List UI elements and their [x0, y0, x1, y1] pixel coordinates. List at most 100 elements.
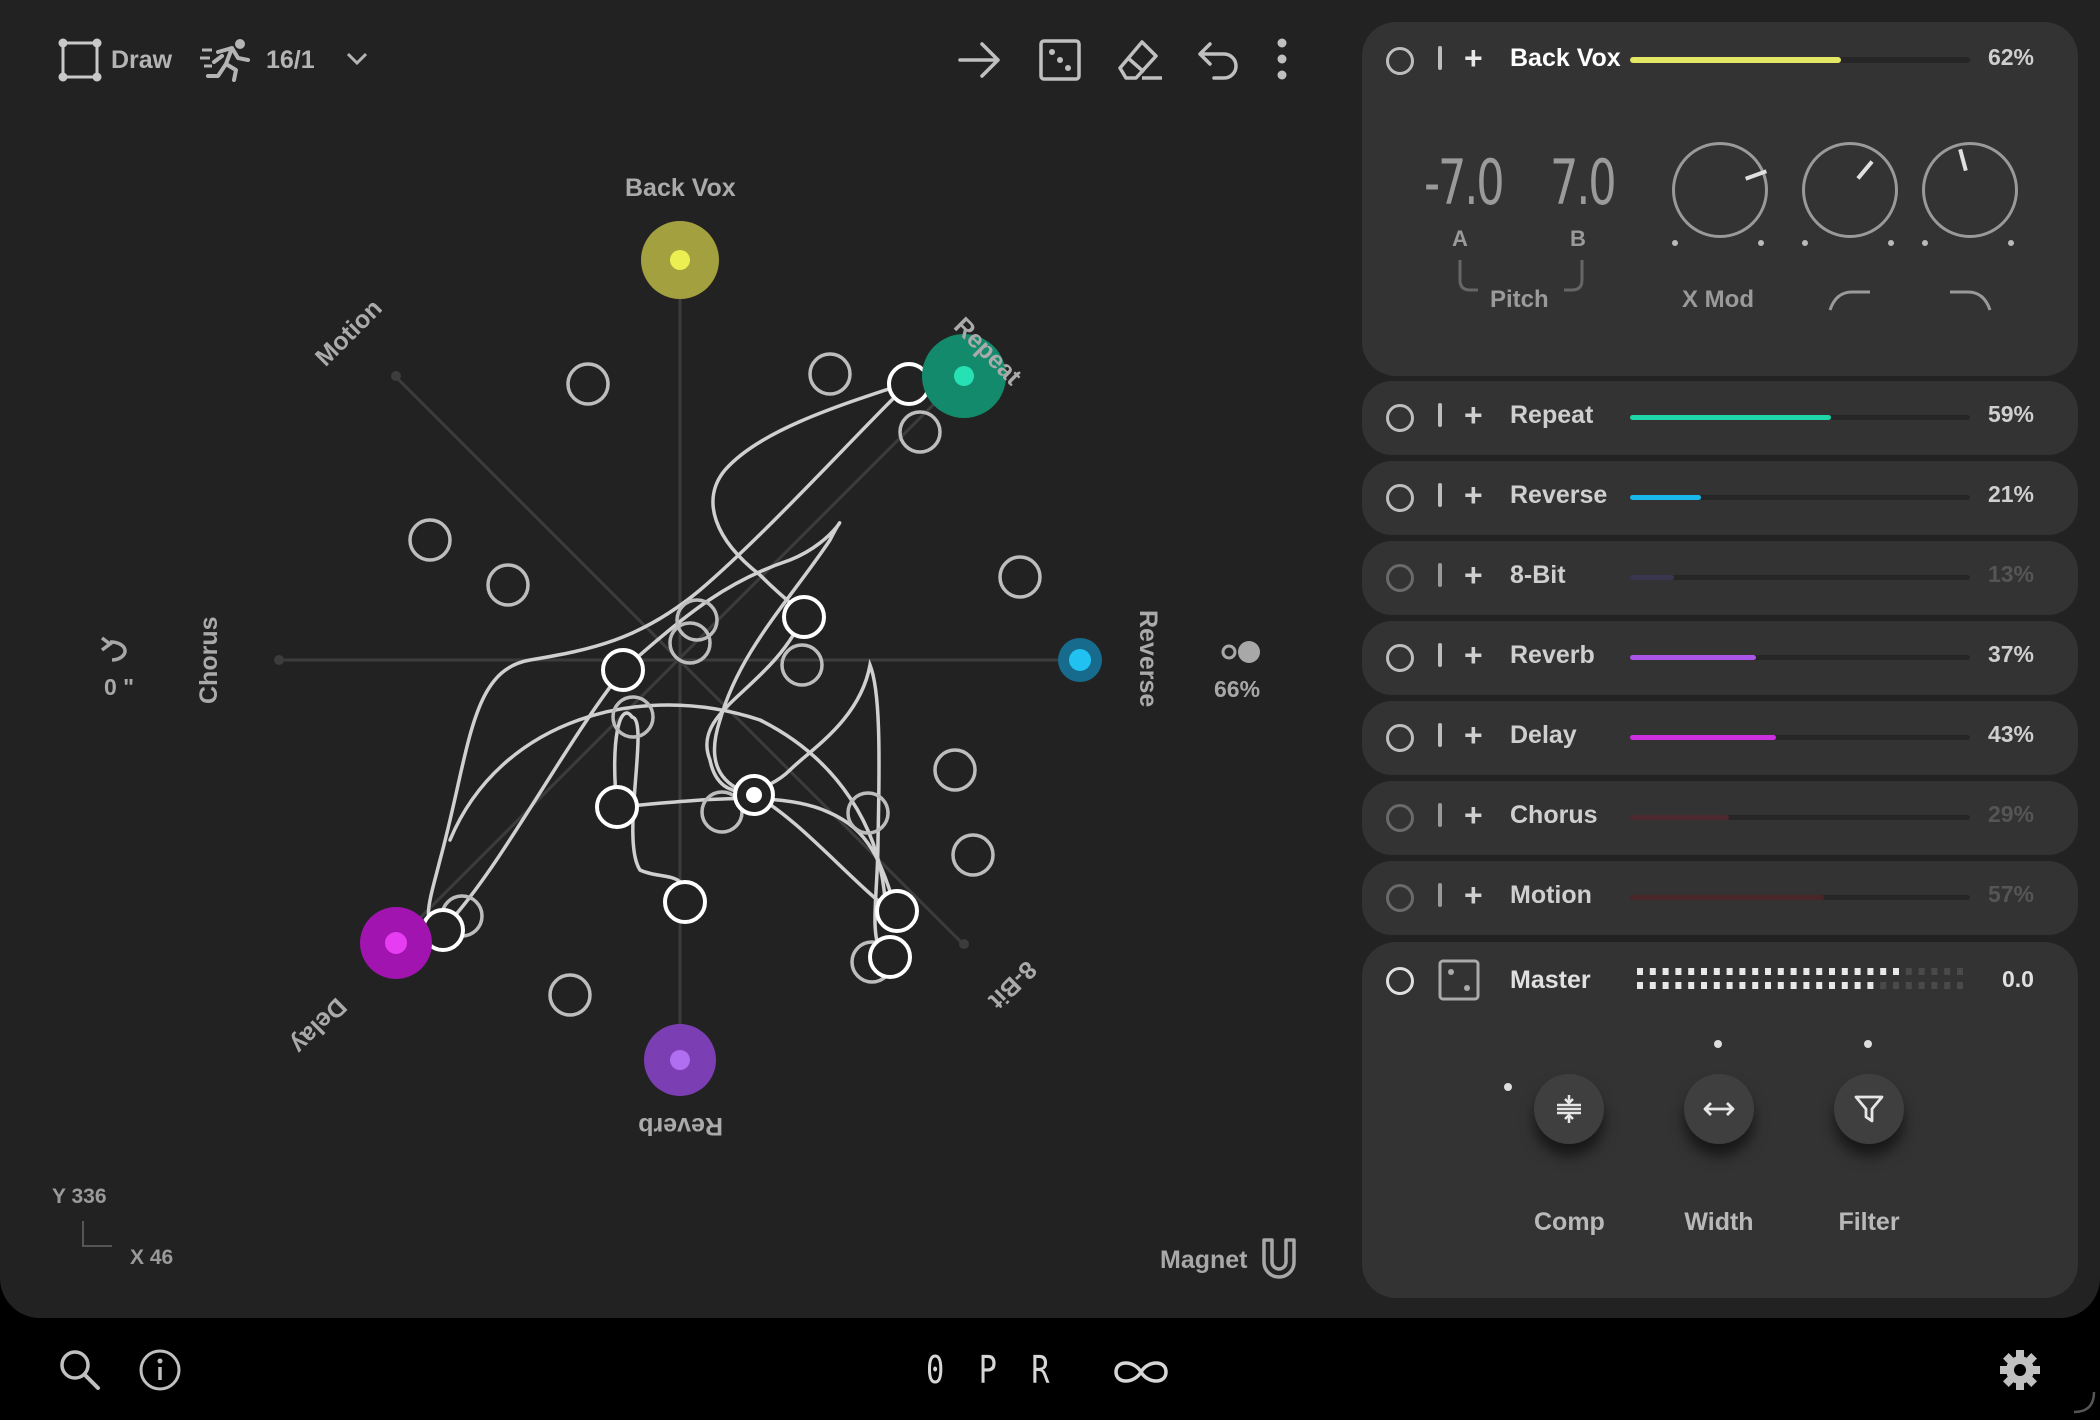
width-indicator-dot [1714, 1040, 1722, 1048]
effect-point-back-vox [641, 221, 719, 299]
knob-3[interactable] [1922, 142, 2018, 238]
effect-level-fill [1630, 495, 1702, 500]
pitch-b-value[interactable]: 7.0 [1550, 146, 1617, 219]
master-value[interactable]: 0.0 [2002, 966, 2034, 993]
pad-label-back-vox: Back Vox [625, 174, 736, 202]
comp-label: Comp [1534, 1208, 1605, 1236]
expand-plus-icon[interactable]: + [1464, 795, 1483, 835]
effect-name: Back Vox [1510, 44, 1621, 72]
expand-plus-icon[interactable]: + [1464, 555, 1483, 595]
master-dice-icon[interactable] [1438, 959, 1480, 1001]
solo-toggle[interactable] [1386, 804, 1414, 832]
expand-plus-icon[interactable]: + [1464, 875, 1483, 915]
effect-percent: 29% [1987, 801, 2034, 827]
pitch-a-label: A [1452, 226, 1468, 251]
effect-level-slider[interactable] [1630, 655, 1970, 660]
back-vox-panel: + Back Vox 62% -7.0 7.0 A B Pitch X Mod [1362, 22, 2078, 376]
effect-point-reverse [1058, 638, 1102, 682]
gear-icon[interactable] [1998, 1348, 2042, 1392]
solo-toggle[interactable] [1386, 884, 1414, 912]
filter-button[interactable] [1834, 1074, 1904, 1144]
mute-toggle[interactable] [1438, 883, 1442, 907]
mute-toggle[interactable] [1438, 803, 1442, 827]
mix-toggle-icon [1221, 641, 1260, 663]
effect-row-delay: + Delay 43% [1362, 701, 2078, 775]
effect-name: Reverse [1510, 481, 1608, 509]
mix-value: 66% [1214, 676, 1261, 702]
pad-label-reverse: Reverse [1134, 610, 1162, 708]
master-name: Master [1510, 966, 1591, 994]
mute-toggle[interactable] [1438, 563, 1442, 587]
knob-2[interactable] [1802, 142, 1898, 238]
filter-label: Filter [1838, 1208, 1900, 1236]
expand-plus-icon[interactable]: + [1464, 475, 1483, 515]
knob-dot [1922, 240, 1928, 246]
mute-toggle[interactable] [1438, 643, 1442, 667]
effect-row-chorus: + Chorus 29% [1362, 781, 2078, 855]
effect-level-fill [1630, 575, 1675, 580]
effect-row-8-bit: +8-Bit 13% [1362, 541, 2078, 615]
rotation-control[interactable]: 0 " [92, 632, 152, 702]
effect-percent: 43% [1987, 721, 2034, 747]
effect-level-slider[interactable] [1630, 895, 1970, 900]
comp-button[interactable] [1534, 1074, 1604, 1144]
compress-icon [1557, 1095, 1581, 1123]
width-button[interactable] [1684, 1074, 1754, 1144]
solo-toggle[interactable] [1386, 47, 1414, 75]
footer-bar: 0 P R [0, 1318, 2100, 1420]
effect-level-slider[interactable] [1630, 575, 1970, 580]
width-label: Width [1684, 1208, 1754, 1236]
solo-toggle[interactable] [1386, 644, 1414, 672]
solo-toggle[interactable] [1386, 724, 1414, 752]
effect-level-fill [1630, 415, 1831, 420]
logo: 0 P R [926, 1344, 1176, 1394]
magnet-toggle[interactable]: Magnet [1160, 1236, 1302, 1282]
filter-funnel-icon [1854, 1095, 1884, 1123]
pitch-a-value[interactable]: -7.0 [1424, 146, 1505, 219]
high-cut-curve-icon [1950, 290, 1992, 311]
effect-percent: 57% [1987, 881, 2034, 907]
master-level-meter [1637, 968, 1963, 989]
expand-plus-icon[interactable]: + [1464, 38, 1483, 78]
effect-level-slider[interactable] [1630, 815, 1970, 820]
expand-plus-icon[interactable]: + [1464, 395, 1483, 435]
effect-name: Delay [1510, 721, 1577, 749]
comp-indicator-dot [1504, 1083, 1512, 1091]
pad-label-reverb: Reverb [638, 1112, 723, 1140]
infinity-logo-icon [1114, 1361, 1168, 1383]
search-icon[interactable] [58, 1348, 102, 1392]
mute-toggle[interactable] [1438, 483, 1442, 507]
effect-level-fill [1630, 655, 1756, 660]
effect-point-reverb [644, 1024, 716, 1096]
mute-toggle[interactable] [1438, 723, 1442, 747]
effect-level-slider[interactable] [1630, 57, 1970, 63]
effect-level-fill [1630, 735, 1777, 740]
effect-percent: 21% [1987, 481, 2034, 507]
logo-text: 0 P R [926, 1348, 1058, 1392]
effect-level-slider[interactable] [1630, 415, 1970, 420]
xmod-knob[interactable] [1672, 142, 1768, 238]
effect-level-fill [1630, 895, 1824, 900]
effect-level-slider[interactable] [1630, 735, 1970, 740]
effect-row-repeat: + Repeat 59% [1362, 381, 2078, 455]
knob-dot [2008, 240, 2014, 246]
mute-toggle[interactable] [1438, 46, 1442, 70]
mute-toggle[interactable] [1438, 403, 1442, 427]
effect-name: Repeat [1510, 401, 1594, 429]
effect-percent: 62% [1987, 44, 2034, 70]
solo-toggle[interactable] [1386, 564, 1414, 592]
effect-name: Reverb [1510, 641, 1595, 669]
effect-percent: 59% [1987, 401, 2034, 427]
mix-control[interactable]: 66% [1212, 638, 1272, 708]
expand-plus-icon[interactable]: + [1464, 715, 1483, 755]
solo-toggle[interactable] [1386, 404, 1414, 432]
effect-percent: 37% [1987, 641, 2034, 667]
expand-plus-icon[interactable]: + [1464, 635, 1483, 675]
info-icon[interactable] [138, 1348, 182, 1392]
master-solo-toggle[interactable] [1386, 967, 1414, 995]
effect-name: Motion [1510, 881, 1592, 909]
solo-toggle[interactable] [1386, 484, 1414, 512]
resize-corner-icon[interactable] [2070, 1388, 2096, 1414]
effect-level-slider[interactable] [1630, 495, 1970, 500]
low-cut-curve-icon [1828, 290, 1870, 311]
